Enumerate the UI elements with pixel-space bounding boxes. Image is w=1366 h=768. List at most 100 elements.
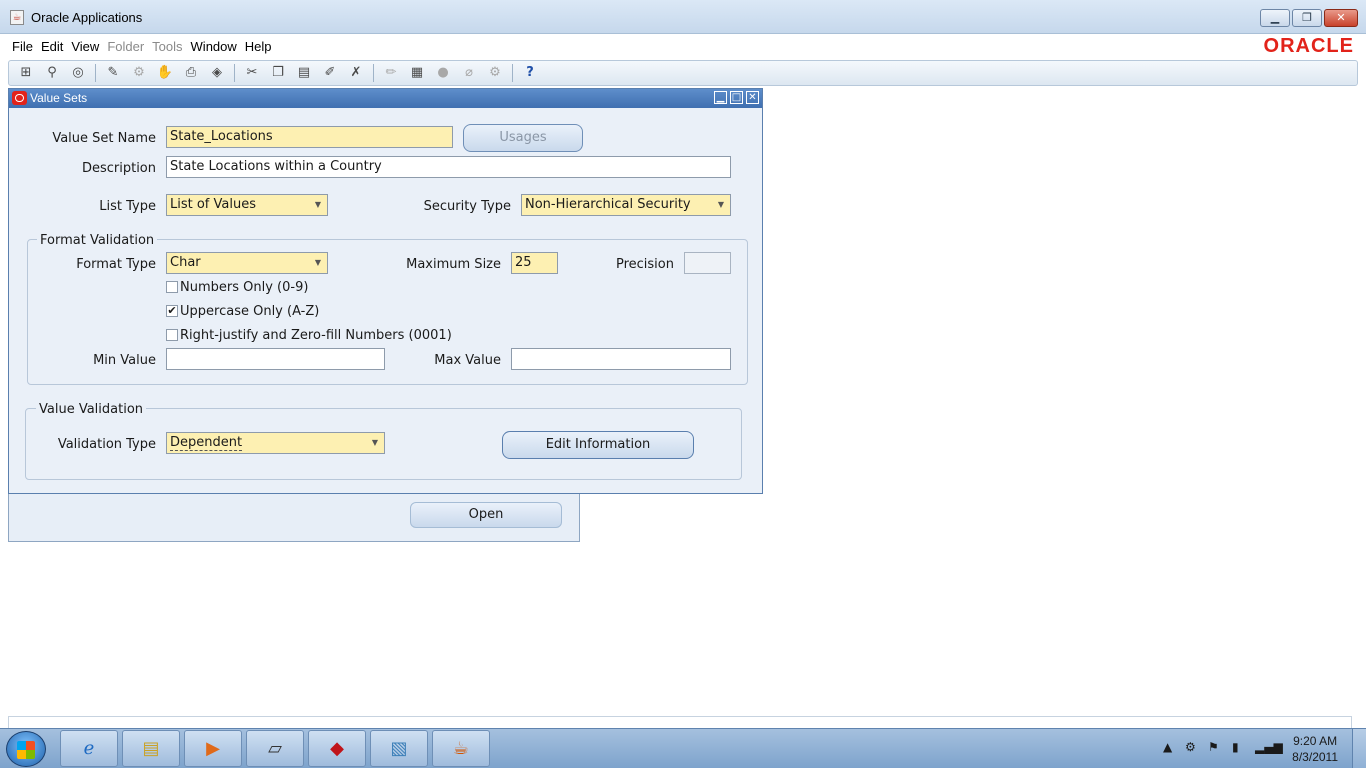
value-sets-window: Value Sets ▁ □ ✕ Value Set Name State_Lo… xyxy=(8,88,763,494)
menu-edit[interactable]: Edit xyxy=(37,39,67,54)
usages-button[interactable]: Usages xyxy=(463,124,583,152)
min-value-input[interactable] xyxy=(166,348,385,370)
java-app-icon: ☕ xyxy=(10,10,24,25)
menu-file[interactable]: File xyxy=(8,39,37,54)
translations-icon[interactable]: ● xyxy=(434,64,452,82)
description-input[interactable]: State Locations within a Country xyxy=(166,156,731,178)
switch-responsibility-icon[interactable]: ✋ xyxy=(156,64,174,82)
value-sets-titlebar: Value Sets ▁ □ ✕ xyxy=(9,89,762,108)
list-type-select[interactable]: List of Values ▼ xyxy=(166,194,328,216)
menu-items: File Edit View Folder Tools Window Help xyxy=(8,39,276,54)
toolbar: ⊞ ⚲ ◎ ✎ ⚙ ✋ ⎙ ◈ ✂ ❐ ▤ ✐ ✗ ✏ ▦ ● ⌀ ⚙ ? xyxy=(8,60,1358,86)
windows-logo-icon xyxy=(17,741,35,759)
navigator-icon[interactable]: ◎ xyxy=(69,64,87,82)
action-center-flag-icon[interactable]: ⚑ xyxy=(1208,740,1219,754)
java-icon[interactable]: ☕ xyxy=(432,730,490,767)
numbers-only-checkbox[interactable] xyxy=(166,281,178,293)
clock[interactable]: 9:20 AM 8/3/2011 xyxy=(1292,733,1338,765)
close-form-icon[interactable]: ◈ xyxy=(208,64,226,82)
value-validation-title: Value Validation xyxy=(36,402,147,417)
right-justify-checkbox[interactable] xyxy=(166,329,178,341)
copy-icon[interactable]: ❐ xyxy=(269,64,287,82)
close-button[interactable]: ✕ xyxy=(1324,9,1358,27)
show-desktop-button[interactable] xyxy=(1352,729,1366,768)
cut-icon[interactable]: ✂ xyxy=(243,64,261,82)
oracle-logo: ORACLE xyxy=(1263,35,1354,57)
zoom-icon[interactable]: ▦ xyxy=(408,64,426,82)
notepad-icon[interactable]: ▧ xyxy=(370,730,428,767)
menu-window[interactable]: Window xyxy=(187,39,241,54)
security-type-value: Non-Hierarchical Security xyxy=(525,197,691,212)
max-value-input[interactable] xyxy=(511,348,731,370)
toolbar-separator xyxy=(234,64,235,82)
next-step-icon[interactable]: ⚙ xyxy=(130,64,148,82)
media-player-icon[interactable]: ▶ xyxy=(184,730,242,767)
open-button[interactable]: Open xyxy=(410,502,562,528)
uppercase-only-checkbox[interactable]: ✔ xyxy=(166,305,178,317)
find-icon[interactable]: ⚲ xyxy=(43,64,61,82)
maximum-size-input[interactable]: 25 xyxy=(511,252,558,274)
menu-tools[interactable]: Tools xyxy=(148,39,186,54)
adobe-reader-icon[interactable]: ◆ xyxy=(308,730,366,767)
format-type-value: Char xyxy=(170,255,201,270)
value-set-name-input[interactable]: State_Locations xyxy=(166,126,453,148)
folder-tools-icon[interactable]: ⚙ xyxy=(486,64,504,82)
window-title: Oracle Applications xyxy=(31,10,143,25)
save-icon[interactable]: ✎ xyxy=(104,64,122,82)
clock-time: 9:20 AM xyxy=(1293,734,1338,748)
minimize-button[interactable]: ▁ xyxy=(1260,9,1290,27)
list-type-value: List of Values xyxy=(170,197,256,212)
internet-explorer-icon[interactable]: ℯ xyxy=(60,730,118,767)
toolbar-separator xyxy=(95,64,96,82)
format-type-select[interactable]: Char ▼ xyxy=(166,252,328,274)
start-button[interactable] xyxy=(6,731,46,767)
delete-record-icon[interactable]: ✗ xyxy=(347,64,365,82)
value-sets-title: Value Sets xyxy=(30,91,88,105)
paste-icon[interactable]: ▤ xyxy=(295,64,313,82)
vaio-icon[interactable]: ▱ xyxy=(246,730,304,767)
edit-information-button[interactable]: Edit Information xyxy=(502,431,694,459)
status-bar xyxy=(8,716,1352,728)
file-explorer-icon[interactable]: ▤ xyxy=(122,730,180,767)
menu-folder[interactable]: Folder xyxy=(103,39,148,54)
menu-bar: File Edit View Folder Tools Window Help … xyxy=(0,34,1366,58)
format-type-label: Format Type xyxy=(76,257,156,272)
main-titlebar: ☕ Oracle Applications ▁ ❐ ✕ xyxy=(0,0,1366,34)
vs-minimize-icon[interactable]: ▁ xyxy=(714,91,727,104)
taskbar: ℯ ▤ ▶ ▱ ◆ ▧ ☕ ▲ ⚙ ⚑ ▮ ▂▄▆ 9:20 AM 8/3/20… xyxy=(0,728,1366,768)
attachments-icon[interactable]: ⌀ xyxy=(460,64,478,82)
show-hidden-icons-icon[interactable]: ▲ xyxy=(1163,740,1172,754)
wifi-signal-icon[interactable]: ▂▄▆ xyxy=(1255,740,1283,754)
dropdown-arrow-icon[interactable]: ▼ xyxy=(714,197,728,213)
precision-input[interactable] xyxy=(684,252,731,274)
format-validation-title: Format Validation xyxy=(37,233,158,248)
edit-field-icon[interactable]: ✏ xyxy=(382,64,400,82)
restore-button[interactable]: ❐ xyxy=(1292,9,1322,27)
validation-type-select[interactable]: Dependent ▼ xyxy=(166,432,385,454)
network-icon[interactable]: ⚙ xyxy=(1185,740,1196,754)
min-value-label: Min Value xyxy=(93,353,156,368)
list-type-label: List Type xyxy=(99,199,156,214)
help-icon[interactable]: ? xyxy=(521,64,539,82)
uppercase-only-label: Uppercase Only (A-Z) xyxy=(180,304,320,319)
toolbar-separator xyxy=(512,64,513,82)
dropdown-arrow-icon[interactable]: ▼ xyxy=(311,197,325,213)
dropdown-arrow-icon[interactable]: ▼ xyxy=(368,435,382,451)
description-label: Description xyxy=(81,161,156,176)
power-icon[interactable]: ▮ xyxy=(1232,740,1239,754)
security-type-select[interactable]: Non-Hierarchical Security ▼ xyxy=(521,194,731,216)
validation-type-label: Validation Type xyxy=(57,437,156,452)
vs-maximize-icon[interactable]: □ xyxy=(730,91,743,104)
clock-date: 8/3/2011 xyxy=(1292,750,1338,764)
new-record-icon[interactable]: ⊞ xyxy=(17,64,35,82)
numbers-only-label: Numbers Only (0-9) xyxy=(180,280,309,295)
dropdown-arrow-icon[interactable]: ▼ xyxy=(311,255,325,271)
vs-close-icon[interactable]: ✕ xyxy=(746,91,759,104)
security-type-label: Security Type xyxy=(423,199,511,214)
toolbar-separator xyxy=(373,64,374,82)
menu-view[interactable]: View xyxy=(67,39,103,54)
print-icon[interactable]: ⎙ xyxy=(182,64,200,82)
menu-help[interactable]: Help xyxy=(241,39,276,54)
clear-record-icon[interactable]: ✐ xyxy=(321,64,339,82)
validation-type-value: Dependent xyxy=(170,435,243,451)
